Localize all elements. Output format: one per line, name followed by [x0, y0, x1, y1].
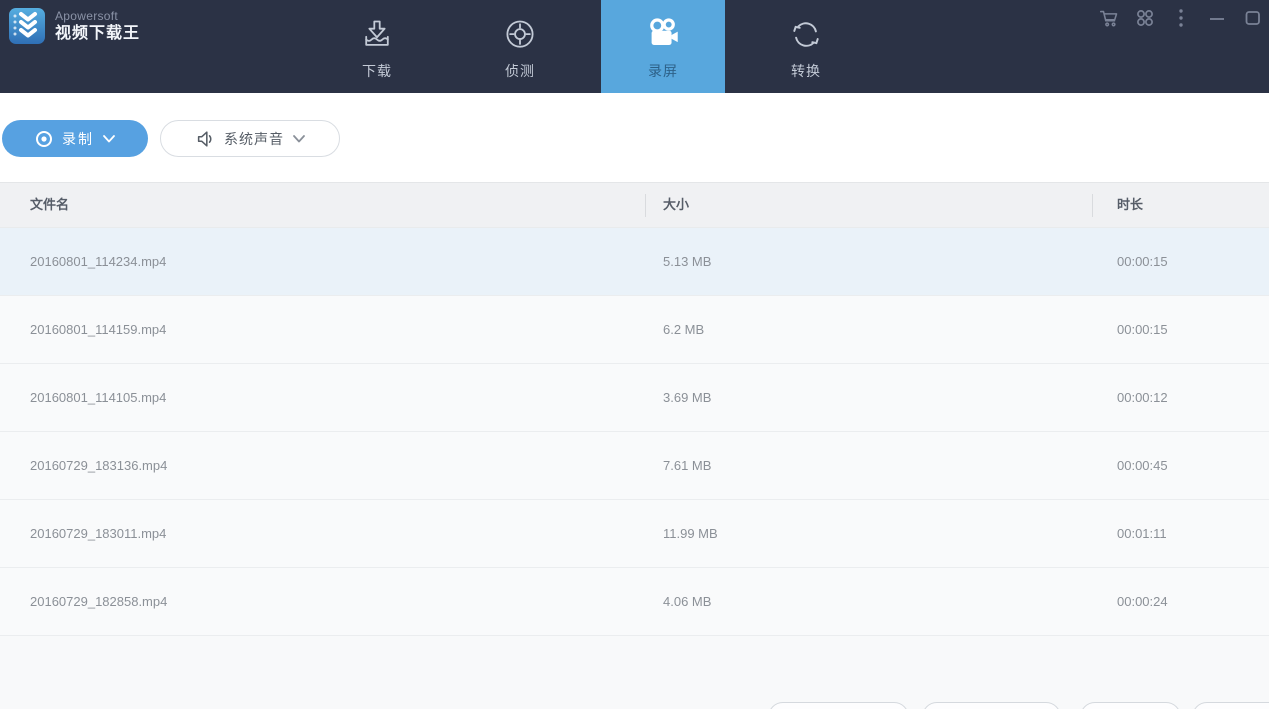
table-row[interactable]: 20160801_114159.mp4 6.2 MB 00:00:15	[0, 296, 1269, 364]
tab-convert[interactable]: 转换	[744, 0, 868, 93]
apps-icon[interactable]	[1133, 6, 1157, 30]
chevron-down-icon	[293, 134, 305, 143]
file-name: 20160801_114105.mp4	[30, 390, 167, 405]
detect-icon	[502, 16, 538, 54]
footer-button-2[interactable]	[922, 702, 1061, 709]
tab-screen-record[interactable]: 录屏	[601, 0, 725, 93]
screen-record-icon	[644, 16, 682, 54]
file-size: 7.61 MB	[663, 458, 712, 473]
file-name: 20160729_183011.mp4	[30, 526, 167, 541]
file-name: 20160801_114234.mp4	[30, 254, 167, 269]
title-bar: Apowersoft 视频下载王 下载 侦测 录屏 转换	[0, 0, 1269, 93]
system-sound-label: 系统声音	[224, 130, 284, 147]
tab-screen-record-label: 录屏	[648, 63, 678, 79]
file-name: 20160729_183136.mp4	[30, 458, 168, 473]
record-dot-icon	[35, 130, 53, 148]
file-duration: 00:00:15	[1117, 322, 1168, 337]
more-icon[interactable]	[1169, 6, 1193, 30]
column-divider	[645, 194, 646, 217]
file-list: 20160801_114234.mp4 5.13 MB 00:00:15 201…	[0, 228, 1269, 636]
table-row[interactable]: 20160729_182858.mp4 4.06 MB 00:00:24	[0, 568, 1269, 636]
column-header-duration[interactable]: 时长	[1117, 183, 1143, 227]
footer-button-3[interactable]	[1080, 702, 1181, 709]
footer-button-4[interactable]	[1192, 702, 1269, 709]
system-sound-dropdown[interactable]: 系统声音	[160, 120, 340, 157]
download-icon	[359, 16, 395, 54]
column-divider	[1092, 194, 1093, 217]
app-logo-icon	[8, 7, 46, 45]
table-row[interactable]: 20160801_114234.mp4 5.13 MB 00:00:15	[0, 228, 1269, 296]
convert-icon	[788, 16, 824, 54]
tab-convert-label: 转换	[791, 63, 821, 79]
maximize-icon[interactable]	[1241, 6, 1265, 30]
speaker-icon	[195, 129, 215, 149]
tab-download[interactable]: 下载	[315, 0, 439, 93]
file-size: 4.06 MB	[663, 594, 712, 609]
file-name: 20160729_182858.mp4	[30, 594, 168, 609]
cart-icon[interactable]	[1097, 6, 1121, 30]
table-row[interactable]: 20160729_183136.mp4 7.61 MB 00:00:45	[0, 432, 1269, 500]
main-nav: 下载 侦测 录屏 转换	[315, 0, 868, 93]
toolbar: 录制 系统声音	[0, 93, 1269, 182]
file-size: 6.2 MB	[663, 322, 705, 337]
file-name: 20160801_114159.mp4	[30, 322, 167, 337]
minimize-icon[interactable]	[1205, 6, 1229, 30]
file-size: 11.99 MB	[663, 526, 718, 541]
table-header: 文件名 大小 时长	[0, 182, 1269, 228]
record-button[interactable]: 录制	[2, 120, 148, 157]
app-brand: Apowersoft 视频下载王	[8, 7, 140, 45]
column-header-filename[interactable]: 文件名	[30, 183, 69, 227]
record-button-label: 录制	[62, 130, 94, 147]
tab-detect-label: 侦测	[505, 63, 535, 79]
window-controls	[1097, 6, 1265, 30]
file-size: 3.69 MB	[663, 390, 712, 405]
tab-detect[interactable]: 侦测	[458, 0, 582, 93]
column-header-size[interactable]: 大小	[663, 183, 689, 227]
product-name: 视频下载王	[55, 24, 141, 42]
file-duration: 00:00:24	[1117, 594, 1168, 609]
footer-button-1[interactable]	[768, 702, 909, 709]
table-row[interactable]: 20160801_114105.mp4 3.69 MB 00:00:12	[0, 364, 1269, 432]
brand-name: Apowersoft	[55, 8, 119, 23]
file-duration: 00:01:11	[1117, 526, 1167, 541]
file-duration: 00:00:15	[1117, 254, 1168, 269]
chevron-down-icon	[103, 134, 115, 143]
table-row[interactable]: 20160729_183011.mp4 11.99 MB 00:01:11	[0, 500, 1269, 568]
footer-action-bar	[0, 636, 1269, 709]
file-duration: 00:00:12	[1117, 390, 1168, 405]
file-size: 5.13 MB	[663, 254, 712, 269]
tab-download-label: 下载	[362, 63, 392, 79]
file-duration: 00:00:45	[1117, 458, 1168, 473]
